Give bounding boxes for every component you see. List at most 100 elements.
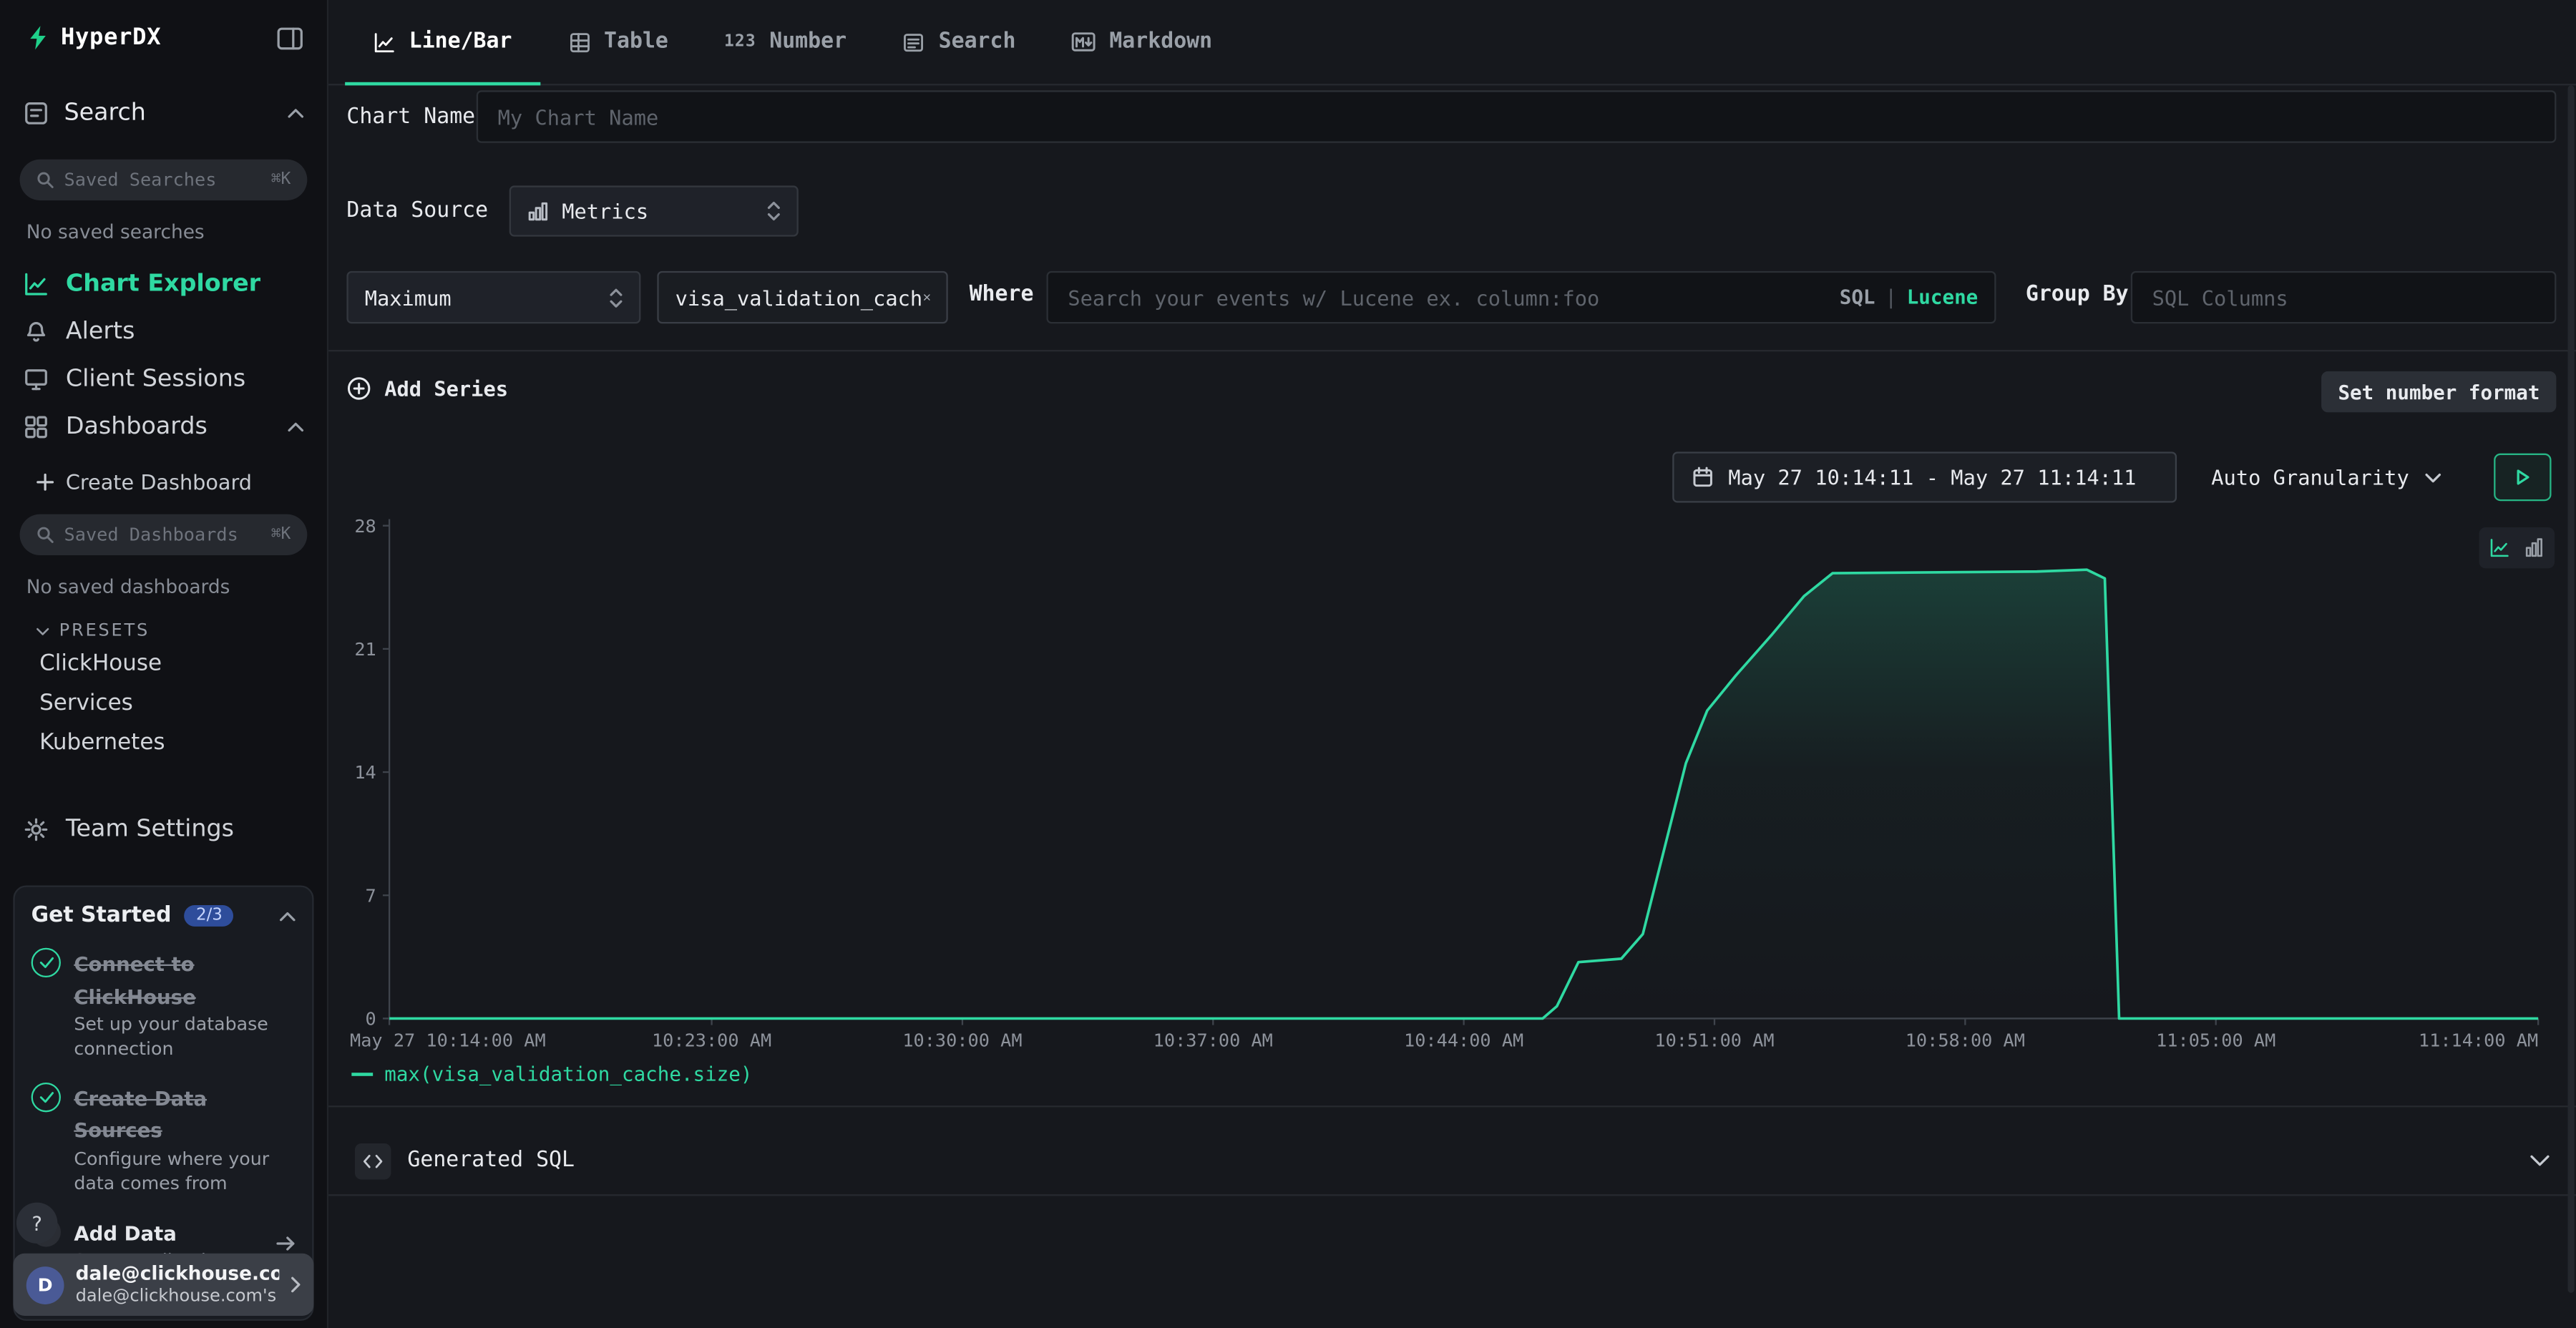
chart-legend: max(visa_validation_cache.size)	[351, 1063, 752, 1085]
dashboards-label: Dashboards	[66, 413, 208, 439]
sidebar-nav: Chart Explorer Alerts Client Sessions Da…	[0, 260, 327, 450]
preset-clickhouse[interactable]: ClickHouse	[0, 644, 327, 683]
run-query-button[interactable]	[2494, 454, 2551, 502]
tab-table[interactable]: Table	[540, 0, 696, 84]
saved-dashboards-placeholder: Saved Dashboards	[64, 524, 261, 545]
tab-search[interactable]: Search	[874, 0, 1043, 84]
chevron-down-icon	[36, 627, 49, 635]
sidebar-item-alerts[interactable]: Alerts	[0, 307, 327, 355]
chart-name-label: Chart Name	[346, 105, 475, 130]
line-chart-icon	[23, 270, 49, 297]
date-range-picker[interactable]: May 27 10:14:11 - May 27 11:14:11	[1672, 451, 2177, 502]
svg-text:28: 28	[354, 516, 376, 537]
get-started-step-2[interactable]: Create Data Sources Configure where your…	[31, 1080, 296, 1197]
svg-text:11:14:00 AM: 11:14:00 AM	[2419, 1030, 2538, 1050]
presets-label: PRESETS	[59, 621, 150, 641]
search-icon	[36, 526, 54, 544]
calendar-icon	[1692, 467, 1714, 488]
preset-kubernetes[interactable]: Kubernetes	[0, 723, 327, 762]
search-section-label: Search	[64, 100, 146, 127]
saved-dashboards-input[interactable]: Saved Dashboards ⌘K	[20, 514, 308, 555]
plus-circle-icon	[346, 376, 371, 401]
search-list-icon	[23, 100, 49, 127]
get-started-step-1[interactable]: Connect to ClickHouse Set up your databa…	[31, 946, 296, 1063]
svg-text:10:51:00 AM: 10:51:00 AM	[1654, 1030, 1774, 1050]
sidebar-item-client-sessions[interactable]: Client Sessions	[0, 355, 327, 403]
check-circle-icon	[31, 1083, 61, 1112]
collapse-sidebar-icon[interactable]	[276, 26, 304, 50]
client-sessions-label: Client Sessions	[66, 366, 245, 392]
chart-type-tabs: Line/Bar Table 123 Number Search	[328, 0, 2576, 85]
user-email: dale@clickhouse.com	[76, 1264, 280, 1285]
scrollbar[interactable]	[2567, 85, 2574, 1292]
legend-series-label: max(visa_validation_cache.size)	[384, 1063, 752, 1085]
group-by-input[interactable]	[2131, 271, 2557, 323]
get-started-progress-badge: 2/3	[185, 905, 234, 927]
search-list-icon	[902, 30, 925, 53]
add-series-button[interactable]: Add Series	[346, 376, 508, 401]
logo-row: HyperDX	[0, 0, 327, 71]
tab-number[interactable]: 123 Number	[696, 0, 874, 84]
gear-icon	[23, 816, 49, 842]
remove-metric-icon[interactable]	[922, 289, 930, 306]
timeseries-chart[interactable]: 07142128May 27 10:14:00 AM10:23:00 AM10:…	[328, 506, 2562, 1065]
create-dashboard-button[interactable]: Create Dashboard	[36, 470, 304, 494]
app-title: HyperDX	[61, 24, 161, 51]
granularity-select[interactable]: Auto Granularity	[2198, 451, 2455, 502]
avatar: D	[26, 1266, 64, 1304]
data-source-select[interactable]: Metrics	[509, 185, 799, 236]
metric-tag-chip[interactable]: visa_validation_cach	[657, 271, 947, 323]
tab-line-bar[interactable]: Line/Bar	[345, 0, 540, 84]
chevron-up-icon	[288, 109, 304, 119]
lucene-mode-button[interactable]: Lucene	[1907, 285, 1979, 308]
chevron-up-icon[interactable]	[279, 911, 296, 921]
check-circle-icon	[31, 948, 61, 977]
play-icon	[2514, 468, 2532, 486]
presets-toggle[interactable]: PRESETS	[36, 621, 327, 641]
tab-label: Search	[939, 29, 1016, 54]
where-input-wrap: SQL | Lucene	[1046, 271, 1996, 323]
sidebar-item-team-settings[interactable]: Team Settings	[0, 805, 327, 853]
tab-label: Line/Bar	[409, 29, 512, 54]
svg-text:May 27 10:14:00 AM: May 27 10:14:00 AM	[350, 1030, 546, 1050]
dashboard-grid-icon	[23, 413, 49, 439]
shortcut-badge: ⌘K	[271, 526, 291, 544]
sidebar-item-dashboards[interactable]: Dashboards	[0, 402, 327, 450]
tab-label: Table	[604, 29, 668, 54]
svg-text:10:23:00 AM: 10:23:00 AM	[652, 1030, 771, 1050]
svg-text:10:37:00 AM: 10:37:00 AM	[1153, 1030, 1273, 1050]
svg-text:21: 21	[354, 639, 376, 660]
code-icon	[355, 1143, 391, 1179]
divider	[328, 1194, 2576, 1196]
aggregation-select[interactable]: Maximum	[346, 271, 640, 323]
chart-explorer-main: Line/Bar Table 123 Number Search	[328, 0, 2576, 1328]
mode-separator: |	[1885, 285, 1897, 308]
saved-searches-placeholder: Saved Searches	[64, 169, 261, 190]
number-123-icon: 123	[724, 33, 756, 51]
hyperdx-logo: HyperDX	[26, 24, 162, 51]
sidebar-item-chart-explorer[interactable]: Chart Explorer	[0, 260, 327, 308]
step-title: Connect to ClickHouse	[74, 953, 195, 1008]
svg-text:11:05:00 AM: 11:05:00 AM	[2156, 1030, 2275, 1050]
plus-icon	[36, 473, 54, 491]
step-title: Add Data	[74, 1222, 177, 1245]
sql-mode-button[interactable]: SQL	[1840, 285, 1875, 308]
search-section-header[interactable]: Search	[0, 87, 327, 140]
tab-markdown[interactable]: Markdown	[1044, 0, 1241, 84]
user-menu[interactable]: D dale@clickhouse.com dale@clickhouse.co…	[13, 1254, 313, 1316]
data-source-label: Data Source	[346, 199, 488, 223]
chart-explorer-label: Chart Explorer	[66, 270, 260, 297]
metrics-icon	[527, 200, 549, 222]
data-source-value: Metrics	[562, 199, 754, 223]
help-button[interactable]: ?	[16, 1203, 57, 1244]
query-language-toggle: SQL | Lucene	[1840, 271, 1979, 323]
monitor-icon	[23, 366, 49, 392]
preset-services[interactable]: Services	[0, 683, 327, 723]
saved-searches-input[interactable]: Saved Searches ⌘K	[20, 160, 308, 200]
arrow-right-icon	[276, 1235, 296, 1251]
set-number-format-button[interactable]: Set number format	[2322, 371, 2557, 412]
where-label: Where	[970, 283, 1034, 307]
generated-sql-toggle[interactable]: Generated SQL	[328, 1128, 2576, 1193]
chart-name-input[interactable]	[477, 90, 2557, 142]
tab-label: Number	[769, 29, 847, 54]
